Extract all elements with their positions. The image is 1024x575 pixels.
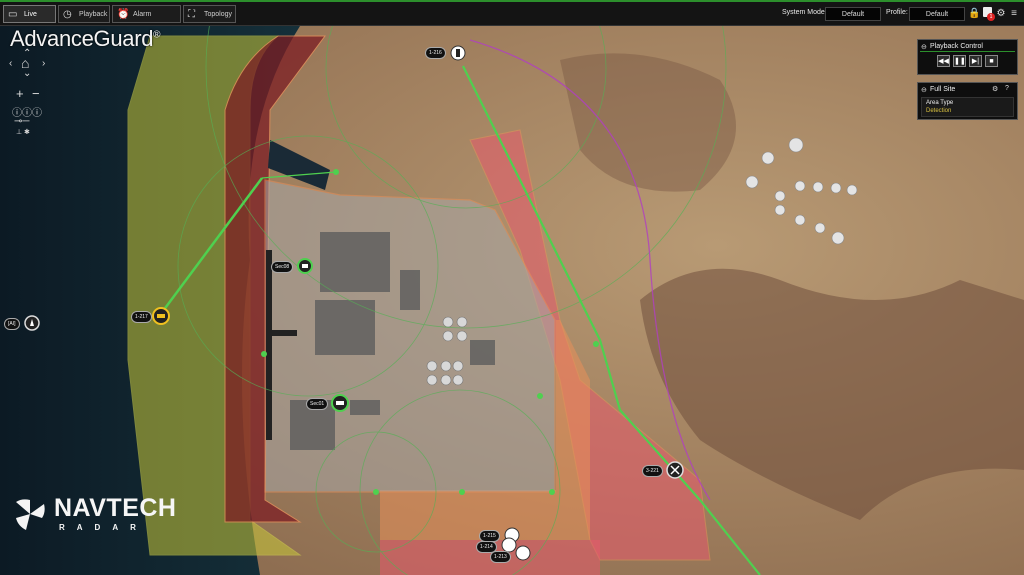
- sector-label-upper: Sec08: [271, 261, 294, 273]
- playback-control-title: Playback Control: [930, 43, 983, 50]
- system-mode-label: System Mode:: [782, 9, 827, 16]
- tab-alarm-dashboard[interactable]: ⏰ Alarm Dashboard: [112, 5, 181, 36]
- profile-label: Profile:: [886, 9, 908, 16]
- aircraft-icon[interactable]: [666, 461, 684, 479]
- navtech-fan-icon: [16, 499, 45, 530]
- settings-icon[interactable]: ⚙: [992, 85, 998, 93]
- track-label-3: 1-213: [490, 551, 511, 563]
- top-toolbar: ▭ Live ◷ Playback ⏰ Alarm Dashboard ⛶ To…: [0, 0, 1024, 36]
- app-brand: AdvanceGuard®: [10, 26, 161, 52]
- collapse-icon[interactable]: ⊖: [921, 86, 927, 94]
- rewind-button[interactable]: ◀◀: [937, 55, 950, 67]
- camera-icon-top[interactable]: [450, 45, 466, 61]
- panel-divider: [920, 51, 1015, 52]
- tab-live[interactable]: ▭ Live: [3, 5, 56, 23]
- menu-icon[interactable]: ≡: [1008, 7, 1020, 21]
- slider-icon[interactable]: ⊸─: [14, 116, 29, 127]
- profile-select[interactable]: Default: [909, 7, 965, 21]
- scale-icon: ⊥ ✱: [16, 129, 30, 136]
- brand-name: AdvanceGuard: [10, 26, 154, 51]
- map-navigation-pad: ⌃ ‹ ⌂ › ⌄ + − ⓘⓘⓘ ⊸─ ⊥ ✱: [6, 48, 54, 142]
- tab-playback-label: Playback: [79, 11, 108, 18]
- site-panel-title: Full Site: [930, 86, 956, 93]
- zoom-in-icon[interactable]: +: [16, 86, 24, 101]
- step-button[interactable]: ▶|: [969, 55, 982, 67]
- site-table-header: Area Type: [926, 100, 954, 106]
- sector-icon-lower[interactable]: [331, 394, 349, 412]
- site-table: Area Type Detection: [921, 97, 1014, 117]
- monitor-icon: ▭: [8, 9, 18, 20]
- camera-label-top: 1-216: [425, 47, 446, 59]
- satellite-map[interactable]: [0, 26, 1024, 575]
- camera-label-right: 3-221: [642, 465, 663, 477]
- tab-topology[interactable]: ⛶ Topology: [183, 5, 236, 23]
- pan-left-icon[interactable]: ‹: [9, 58, 12, 69]
- stop-button[interactable]: ■: [985, 55, 998, 67]
- logo-line1: NAVTECH: [54, 494, 177, 522]
- collapse-icon[interactable]: ⊖: [921, 43, 927, 51]
- notification-icon[interactable]: 1: [981, 7, 995, 21]
- ais-label: [AI]: [4, 318, 20, 330]
- help-icon[interactable]: ?: [1005, 85, 1009, 92]
- system-mode-select[interactable]: Default: [825, 7, 881, 21]
- tab-topology-label: Topology: [204, 11, 233, 18]
- site-table-row[interactable]: Detection: [926, 108, 951, 114]
- pause-button[interactable]: ❚❚: [953, 55, 966, 67]
- ais-icon[interactable]: [24, 315, 40, 331]
- lock-icon[interactable]: 🔒: [968, 7, 980, 21]
- playback-control-panel: ⊖ Playback Control ◀◀ ❚❚ ▶| ■: [917, 39, 1018, 75]
- camera-icon-left[interactable]: [152, 307, 170, 325]
- sector-icon-upper[interactable]: [297, 258, 313, 274]
- pan-down-icon[interactable]: ⌄: [23, 68, 31, 79]
- notification-badge: 1: [987, 13, 995, 21]
- pan-right-icon[interactable]: ›: [42, 58, 45, 69]
- settings-gear-icon[interactable]: ⚙: [995, 7, 1007, 21]
- brand-mark: ®: [153, 29, 161, 41]
- sector-label-lower: Sec01: [306, 398, 329, 410]
- tab-live-label: Live: [24, 11, 37, 18]
- topology-icon: ⛶: [188, 9, 195, 20]
- clock-icon: ◷: [63, 9, 72, 20]
- alarm-clock-icon: ⏰: [117, 9, 130, 20]
- camera-label-left: 1-217: [131, 311, 152, 323]
- zoom-out-icon[interactable]: −: [32, 86, 40, 101]
- tab-playback[interactable]: ◷ Playback: [58, 5, 110, 23]
- logo-line2: RADAR: [59, 523, 148, 532]
- site-panel: ⊖ Full Site ⚙ ? Area Type Detection: [917, 82, 1018, 120]
